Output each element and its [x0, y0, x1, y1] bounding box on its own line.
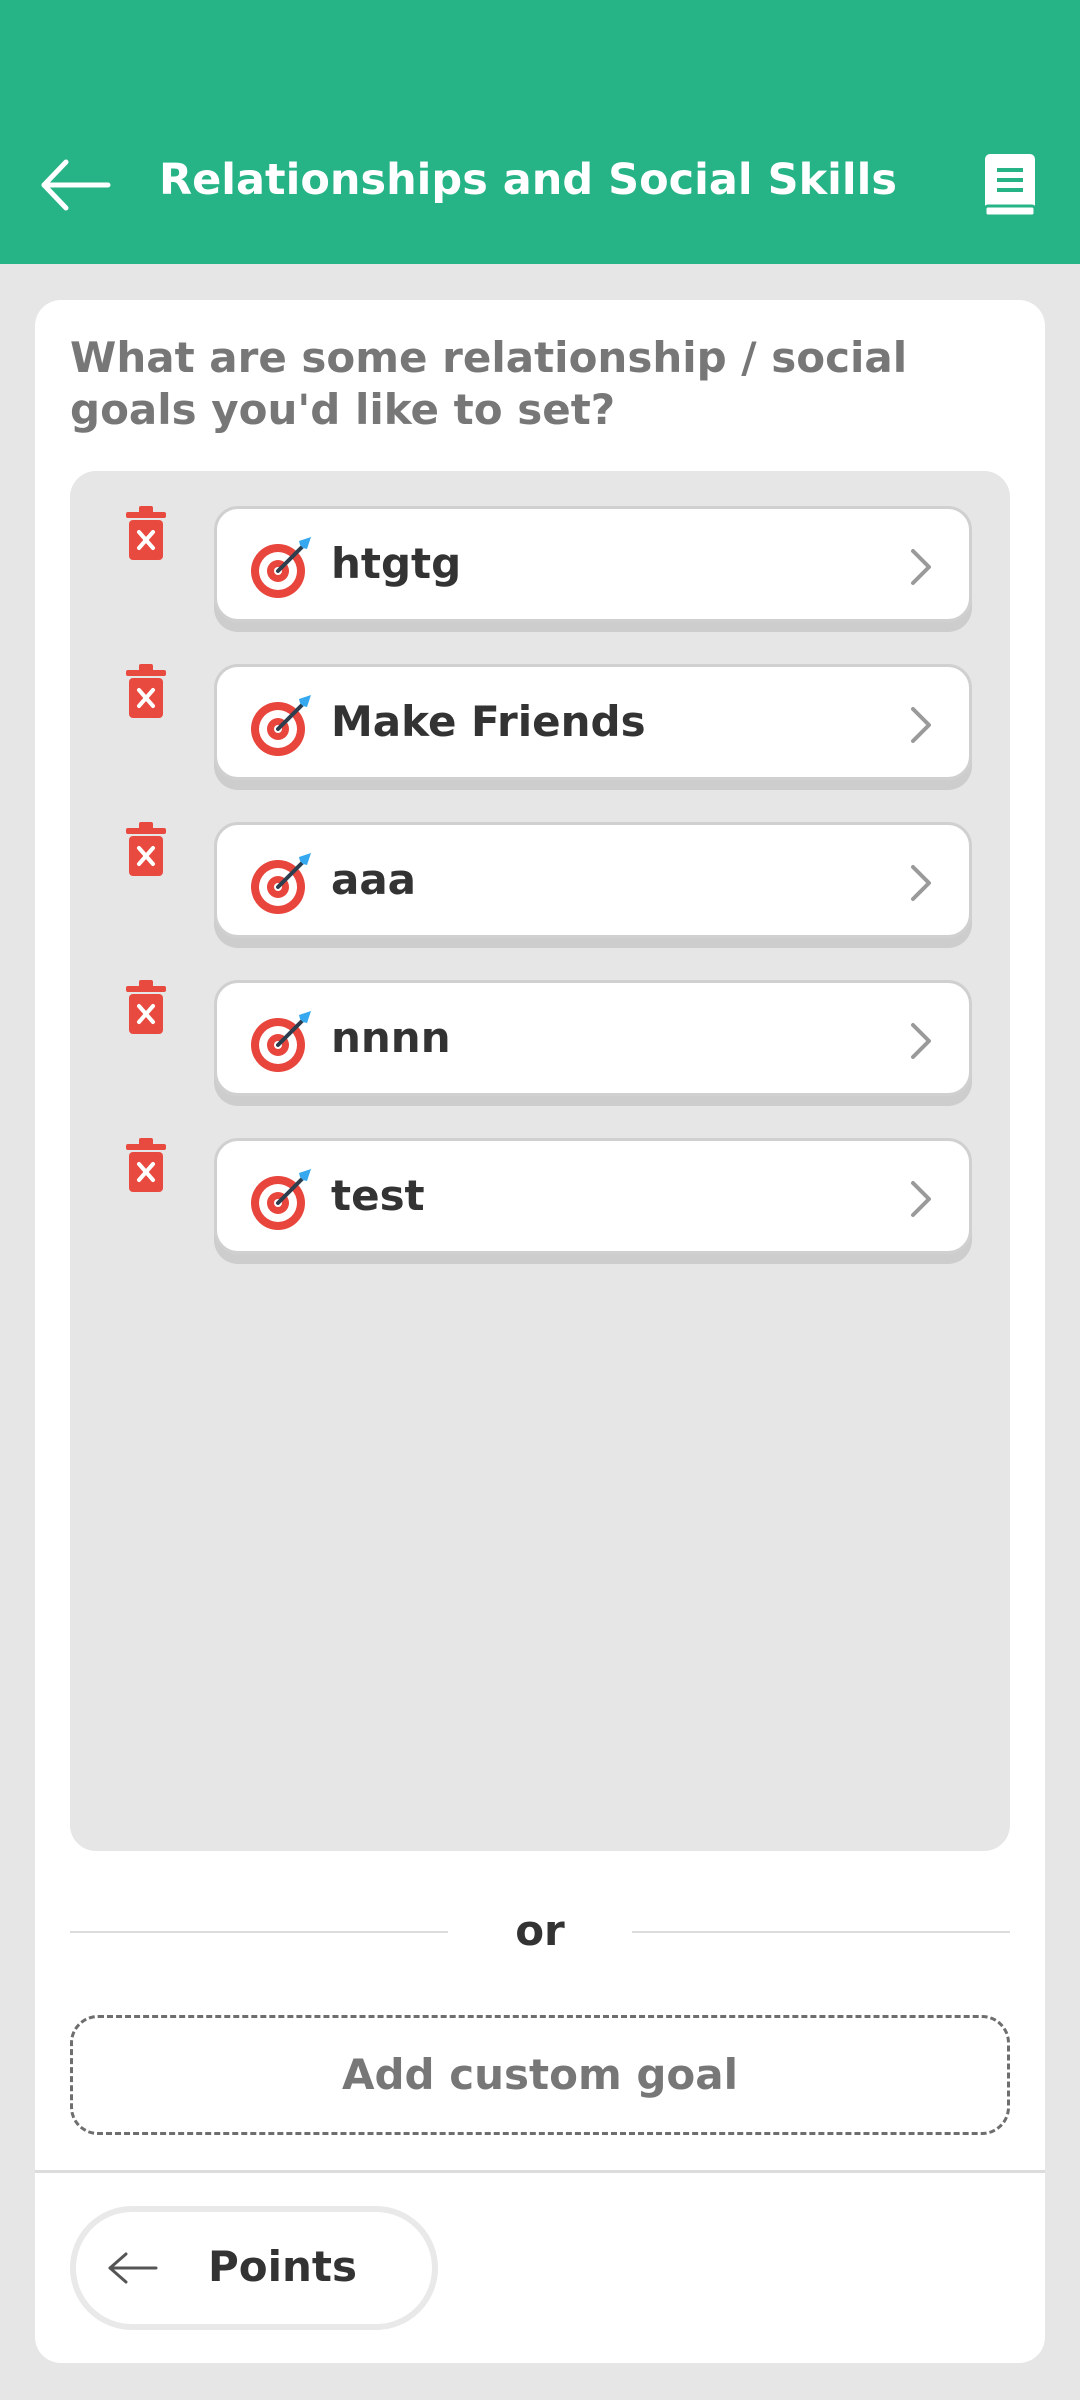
points-label: Points [208, 2242, 358, 2291]
goal-label: nnnn [331, 1013, 451, 1062]
or-divider-text: or [515, 1906, 565, 1955]
goal-row: aaa [70, 786, 1010, 938]
delete-goal-button[interactable] [124, 506, 168, 562]
goal-label: htgtg [331, 539, 462, 588]
goal-item[interactable]: nnnn [214, 980, 972, 1096]
arrow-left-icon [41, 159, 111, 211]
chevron-right-icon [911, 549, 931, 585]
delete-goal-button[interactable] [124, 822, 168, 878]
divider-line-right [632, 1931, 1010, 1933]
delete-goal-button[interactable] [124, 1138, 168, 1194]
points-button[interactable]: Points [70, 2206, 438, 2330]
trash-icon [126, 664, 166, 718]
target-dart-icon [251, 1169, 311, 1230]
arrow-left-icon [108, 2252, 158, 2284]
book-icon [983, 154, 1037, 218]
add-custom-goal-button[interactable]: Add custom goal [70, 2015, 1010, 2135]
target-dart-icon [251, 853, 311, 914]
chevron-right-icon [911, 865, 931, 901]
divider-line-left [70, 1931, 448, 1933]
delete-goal-button[interactable] [124, 664, 168, 720]
goal-label: test [331, 1171, 425, 1220]
trash-icon [126, 980, 166, 1034]
chevron-right-icon [911, 1023, 931, 1059]
app-header: Relationships and Social Skills [0, 0, 1080, 264]
goal-row: Make Friends [70, 628, 1010, 780]
goal-item[interactable]: aaa [214, 822, 972, 938]
target-dart-icon [251, 537, 311, 598]
page-title: Relationships and Social Skills [159, 155, 897, 205]
goal-label: aaa [331, 855, 417, 904]
goal-item[interactable]: Make Friends [214, 664, 972, 780]
chevron-right-icon [911, 1181, 931, 1217]
back-button[interactable] [36, 140, 116, 230]
goal-row: htgtg [70, 470, 1010, 622]
book-button[interactable] [975, 148, 1045, 224]
goal-row: test [70, 1102, 1010, 1254]
chevron-right-icon [911, 707, 931, 743]
trash-icon [126, 1138, 166, 1192]
footer-divider [35, 2170, 1045, 2173]
target-dart-icon [251, 1011, 311, 1072]
trash-icon [126, 506, 166, 560]
goal-label: Make Friends [331, 697, 646, 746]
goal-item[interactable]: test [214, 1138, 972, 1254]
target-dart-icon [251, 695, 311, 756]
trash-icon [126, 822, 166, 876]
question-text: What are some relationship / social goal… [70, 333, 908, 434]
goal-row: nnnn [70, 944, 1010, 1096]
goal-item[interactable]: htgtg [214, 506, 972, 622]
delete-goal-button[interactable] [124, 980, 168, 1036]
